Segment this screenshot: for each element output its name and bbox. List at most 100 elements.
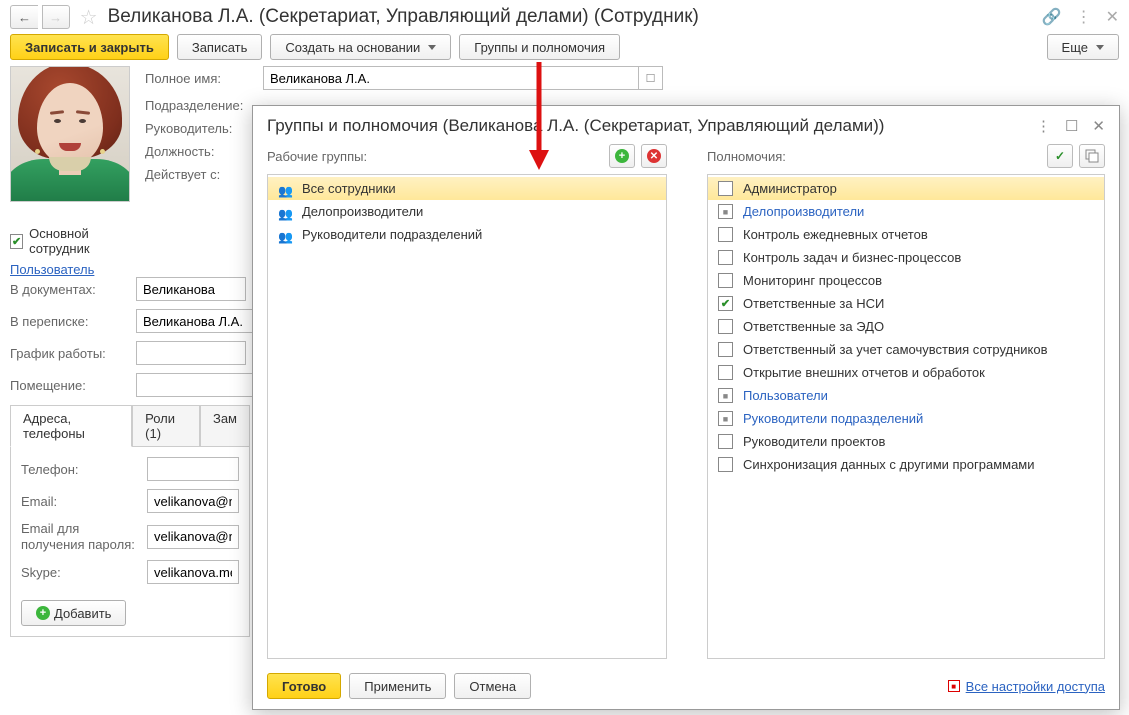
dialog-kebab-icon[interactable]: ⋮ (1036, 117, 1051, 135)
email-input[interactable] (147, 489, 239, 513)
cancel-button[interactable]: Отмена (454, 673, 531, 699)
permission-list-item[interactable]: Ответственные за НСИ (708, 292, 1104, 315)
skype-input[interactable] (147, 560, 239, 584)
link-icon[interactable]: 🔗 (1042, 7, 1062, 27)
people-icon (278, 229, 294, 241)
nav-back-button[interactable]: ← (10, 5, 38, 29)
permission-list-item[interactable]: Ответственные за ЭДО (708, 315, 1104, 338)
in-docs-input[interactable] (136, 277, 246, 301)
page-title: Великанова Л.А. (Секретариат, Управляющи… (108, 6, 699, 28)
permission-list-item[interactable]: Открытие внешних отчетов и обработок (708, 361, 1104, 384)
permission-checkbox[interactable] (718, 296, 733, 311)
all-access-settings-label: Все настройки доступа (966, 679, 1105, 694)
schedule-label: График работы: (10, 346, 130, 361)
permission-list-item[interactable]: Делопроизводители (708, 200, 1104, 223)
create-based-on-button[interactable]: Создать на основании (270, 34, 451, 60)
permission-label: Синхронизация данных с другими программа… (743, 457, 1035, 472)
add-contact-button[interactable]: + Добавить (21, 600, 126, 626)
add-group-button[interactable]: + (609, 144, 635, 168)
dialog-maximize-icon[interactable]: ☐ (1065, 117, 1078, 135)
tab-addresses[interactable]: Адреса, телефоны (10, 405, 132, 447)
save-button[interactable]: Записать (177, 34, 263, 60)
more-button[interactable]: Еще (1047, 34, 1119, 60)
plus-icon: + (615, 149, 629, 163)
permission-label: Мониторинг процессов (743, 273, 882, 288)
permission-checkbox[interactable] (718, 250, 733, 265)
kebab-menu-icon[interactable]: ⋮ (1076, 7, 1092, 27)
groups-list[interactable]: Все сотрудники Делопроизводители Руководит… (267, 174, 667, 659)
email-pw-input[interactable] (147, 525, 239, 549)
permission-checkbox[interactable] (718, 457, 733, 472)
copy-perms-button[interactable] (1079, 144, 1105, 168)
permission-list-item[interactable]: Мониторинг процессов (708, 269, 1104, 292)
permission-list-item[interactable]: Контроль задач и бизнес-процессов (708, 246, 1104, 269)
check-all-icon: ✓ (1055, 149, 1065, 163)
permission-list-item[interactable]: Пользователи (708, 384, 1104, 407)
user-link[interactable]: Пользователь (10, 262, 94, 277)
in-corr-label: В переписке: (10, 314, 130, 329)
permission-checkbox[interactable] (718, 388, 733, 403)
save-and-close-button[interactable]: Записать и закрыть (10, 34, 169, 60)
permission-list-item[interactable]: Контроль ежедневных отчетов (708, 223, 1104, 246)
permission-checkbox[interactable] (718, 342, 733, 357)
permission-list-item[interactable]: Руководители проектов (708, 430, 1104, 453)
permission-label: Делопроизводители (743, 204, 864, 219)
phone-label: Телефон: (21, 462, 141, 477)
x-icon: ✕ (647, 149, 661, 163)
phone-input[interactable] (147, 457, 239, 481)
group-item-label: Руководители подразделений (302, 227, 482, 242)
group-list-item[interactable]: Руководители подразделений (268, 223, 666, 246)
people-icon (278, 183, 294, 195)
expand-icon[interactable]: ☐ (639, 66, 663, 90)
schedule-input[interactable] (136, 341, 246, 365)
groups-permissions-dialog: Группы и полномочия (Великанова Л.А. (Се… (252, 105, 1120, 710)
all-access-settings-link[interactable]: ■ Все настройки доступа (948, 679, 1105, 694)
close-icon[interactable]: ✕ (1106, 7, 1119, 27)
check-all-button[interactable]: ✓ (1047, 144, 1073, 168)
perms-list[interactable]: Администратор Делопроизводители Контроль е… (707, 174, 1105, 659)
permission-checkbox[interactable] (718, 434, 733, 449)
main-employee-label: Основной сотрудник (29, 226, 135, 256)
permission-label: Ответственный за учет самочувствия сотру… (743, 342, 1048, 357)
permission-label: Ответственные за ЭДО (743, 319, 884, 334)
favorite-star-icon[interactable]: ☆ (80, 5, 98, 30)
main-employee-checkbox[interactable] (10, 234, 23, 249)
permission-list-item[interactable]: Руководители подразделений (708, 407, 1104, 430)
permission-list-item[interactable]: Администратор (708, 177, 1104, 200)
permission-label: Руководители подразделений (743, 411, 923, 426)
in-docs-label: В документах: (10, 282, 130, 297)
permission-label: Ответственные за НСИ (743, 296, 884, 311)
permission-checkbox[interactable] (718, 411, 733, 426)
perms-column-label: Полномочия: (707, 149, 786, 164)
groups-and-permissions-button[interactable]: Группы и полномочия (459, 34, 620, 60)
full-name-input[interactable] (263, 66, 639, 90)
permission-checkbox[interactable] (718, 273, 733, 288)
group-list-item[interactable]: Делопроизводители (268, 200, 666, 223)
group-list-item[interactable]: Все сотрудники (268, 177, 666, 200)
apply-button[interactable]: Применить (349, 673, 446, 699)
permission-list-item[interactable]: Синхронизация данных с другими программа… (708, 453, 1104, 476)
dept-label: Подразделение: (145, 98, 257, 113)
email-pw-label: Email для получения пароля: (21, 521, 141, 552)
tab-deputy[interactable]: Зам (200, 405, 250, 447)
manager-label: Руководитель: (145, 121, 257, 136)
position-label: Должность: (145, 144, 257, 159)
tab-roles[interactable]: Роли (1) (132, 405, 200, 447)
permission-label: Контроль ежедневных отчетов (743, 227, 928, 242)
avatar[interactable] (10, 66, 130, 202)
permission-checkbox[interactable] (718, 319, 733, 334)
nav-forward-button[interactable]: → (42, 5, 70, 29)
permission-checkbox[interactable] (718, 365, 733, 380)
people-icon (278, 206, 294, 218)
permission-checkbox[interactable] (718, 204, 733, 219)
remove-group-button[interactable]: ✕ (641, 144, 667, 168)
email-label: Email: (21, 494, 141, 509)
dialog-close-icon[interactable]: ✕ (1092, 117, 1105, 135)
permission-list-item[interactable]: Ответственный за учет самочувствия сотру… (708, 338, 1104, 361)
room-label: Помещение: (10, 378, 130, 393)
permission-checkbox[interactable] (718, 181, 733, 196)
permission-checkbox[interactable] (718, 227, 733, 242)
copy-icon (1085, 149, 1099, 163)
group-item-label: Все сотрудники (302, 181, 396, 196)
ready-button[interactable]: Готово (267, 673, 341, 699)
